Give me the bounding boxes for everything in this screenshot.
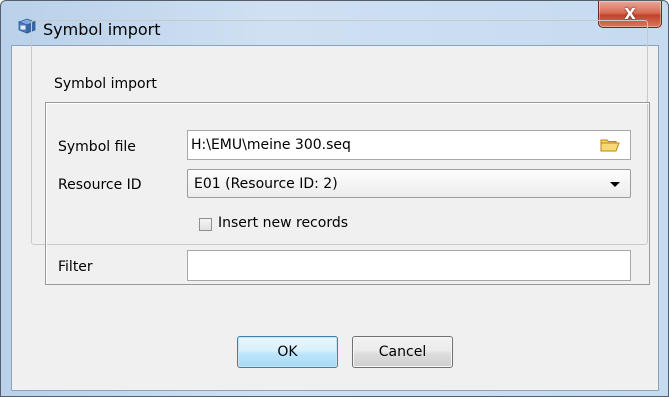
folder-open-icon[interactable] [600,137,620,153]
symbol-file-value: H:\EMU\meine 300.seq [191,137,351,153]
filter-label: Filter [58,259,93,275]
filter-input[interactable] [187,250,631,281]
symbol-import-window: Symbol import X Symbol import Symbol fil… [0,0,669,397]
cancel-button[interactable]: Cancel [352,336,453,368]
ok-button-label: OK [277,344,298,360]
resource-id-label: Resource ID [58,177,142,193]
ok-button[interactable]: OK [237,336,338,368]
symbol-file-label: Symbol file [58,139,136,155]
resource-id-selected: E01 (Resource ID: 2) [194,175,338,192]
insert-new-records-label[interactable]: Insert new records [218,215,348,231]
insert-new-records-checkbox[interactable] [199,218,212,231]
cancel-button-label: Cancel [378,344,427,360]
group-title: Symbol import [54,76,157,92]
chevron-down-icon [610,182,620,187]
resource-id-select[interactable]: E01 (Resource ID: 2) [187,169,631,198]
symbol-file-input[interactable]: H:\EMU\meine 300.seq [187,130,631,160]
